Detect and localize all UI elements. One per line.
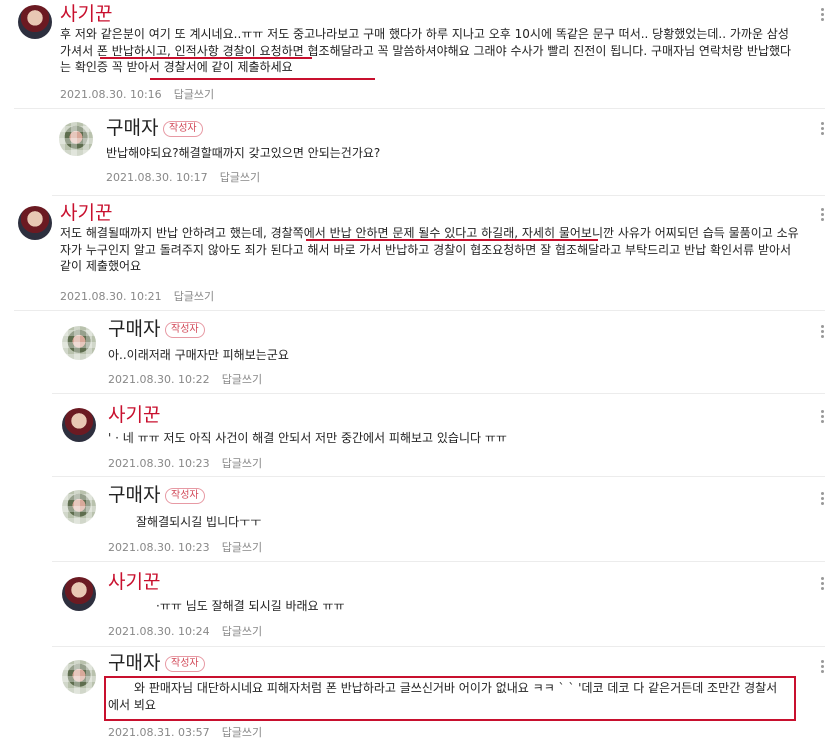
avatar[interactable] (62, 490, 96, 524)
reply-button[interactable]: 답글쓰기 (222, 625, 262, 638)
divider (52, 476, 825, 477)
avatar[interactable] (18, 5, 52, 39)
avatar[interactable] (62, 660, 96, 694)
author-badge: 작성자 (163, 121, 203, 137)
comment-meta: 2021.08.30. 10:24 답글쓰기 (108, 623, 262, 639)
avatar[interactable] (62, 577, 96, 611)
comment-meta: 2021.08.30. 10:23 답글쓰기 (108, 539, 262, 555)
divider (14, 310, 825, 311)
comment-date: 2021.08.30. 10:21 (60, 290, 162, 303)
comment-date: 2021.08.30. 10:17 (106, 171, 208, 184)
avatar[interactable] (62, 326, 96, 360)
avatar[interactable] (62, 408, 96, 442)
comment-date: 2021.08.31. 03:57 (108, 726, 210, 739)
divider (52, 195, 825, 196)
more-options-icon[interactable] (821, 492, 825, 506)
divider (52, 561, 825, 562)
reply-button[interactable]: 답글쓰기 (220, 171, 260, 184)
comment-text: ' · 네 ㅠㅠ 저도 아직 사건이 해결 안되서 저만 중간에서 피해보고 있… (108, 431, 507, 445)
reply-button[interactable]: 답글쓰기 (222, 457, 262, 470)
comment-author[interactable]: 구매자 (108, 318, 160, 340)
highlight-underline (100, 57, 312, 59)
author-badge: 작성자 (165, 322, 205, 338)
divider (52, 393, 825, 394)
more-options-icon[interactable] (821, 410, 825, 424)
highlight-underline (306, 239, 598, 241)
comment-date: 2021.08.30. 10:22 (108, 373, 210, 386)
highlight-underline (150, 78, 375, 80)
comment-author[interactable]: 사기꾼 (60, 202, 112, 224)
reply-button[interactable]: 답글쓰기 (222, 541, 262, 554)
comment-date: 2021.08.30. 10:23 (108, 457, 210, 470)
more-options-icon[interactable] (821, 660, 825, 674)
comment-date: 2021.08.30. 10:16 (60, 88, 162, 101)
comment-text: 저도 해결될때까지 반납 안하려고 했는데, 경찰쪽에서 반납 안하면 문제 될… (60, 226, 799, 273)
comment-author[interactable]: 구매자 (108, 652, 160, 674)
comment-text: 와 판매자님 대단하시네요 피해자처럼 폰 반납하라고 글쓰신거바 어이가 없내… (108, 681, 778, 712)
comment-author[interactable]: 구매자 (106, 117, 158, 139)
comment-author[interactable]: 사기꾼 (108, 404, 160, 426)
comment-meta: 2021.08.30. 10:23 답글쓰기 (108, 455, 262, 471)
avatar[interactable] (59, 122, 93, 156)
comment-date: 2021.08.30. 10:24 (108, 625, 210, 638)
comment-meta: 2021.08.30. 10:22 답글쓰기 (108, 371, 262, 387)
more-options-icon[interactable] (821, 122, 825, 136)
reply-button[interactable]: 답글쓰기 (174, 88, 214, 101)
comment-text: 반납해야되요?해결할때까지 갖고있으면 안되는건가요? (106, 146, 381, 160)
divider (52, 646, 825, 647)
comment-author[interactable]: 사기꾼 (108, 571, 160, 593)
more-options-icon[interactable] (821, 325, 825, 339)
comment-author[interactable]: 사기꾼 (60, 3, 112, 25)
reply-button[interactable]: 답글쓰기 (174, 290, 214, 303)
reply-button[interactable]: 답글쓰기 (222, 726, 262, 739)
comment-meta: 2021.08.30. 10:16 답글쓰기 (60, 86, 214, 102)
comment-text: 잘해결되시길 빕니다ㅜㅜ (136, 515, 262, 529)
more-options-icon[interactable] (821, 208, 825, 222)
comment-meta: 2021.08.31. 03:57 답글쓰기 (108, 724, 262, 740)
comment-date: 2021.08.30. 10:23 (108, 541, 210, 554)
more-options-icon[interactable] (821, 577, 825, 591)
comment-meta: 2021.08.30. 10:17 답글쓰기 (106, 169, 260, 185)
comment-author[interactable]: 구매자 (108, 484, 160, 506)
avatar[interactable] (18, 206, 52, 240)
author-badge: 작성자 (165, 488, 205, 504)
comment-meta: 2021.08.30. 10:21 답글쓰기 (60, 288, 214, 304)
comment-text: ·ㅠㅠ 님도 잘해결 되시길 바래요 ㅠㅠ (156, 599, 345, 613)
divider (14, 108, 825, 109)
more-options-icon[interactable] (821, 8, 825, 22)
author-badge: 작성자 (165, 656, 205, 672)
comment-text: 후 저와 같은분이 여기 또 계시네요..ㅠㅠ 저도 중고나라보고 구매 했다가… (60, 27, 792, 74)
comment-text: 아..이래저래 구매자만 피해보는군요 (108, 348, 289, 362)
reply-button[interactable]: 답글쓰기 (222, 373, 262, 386)
